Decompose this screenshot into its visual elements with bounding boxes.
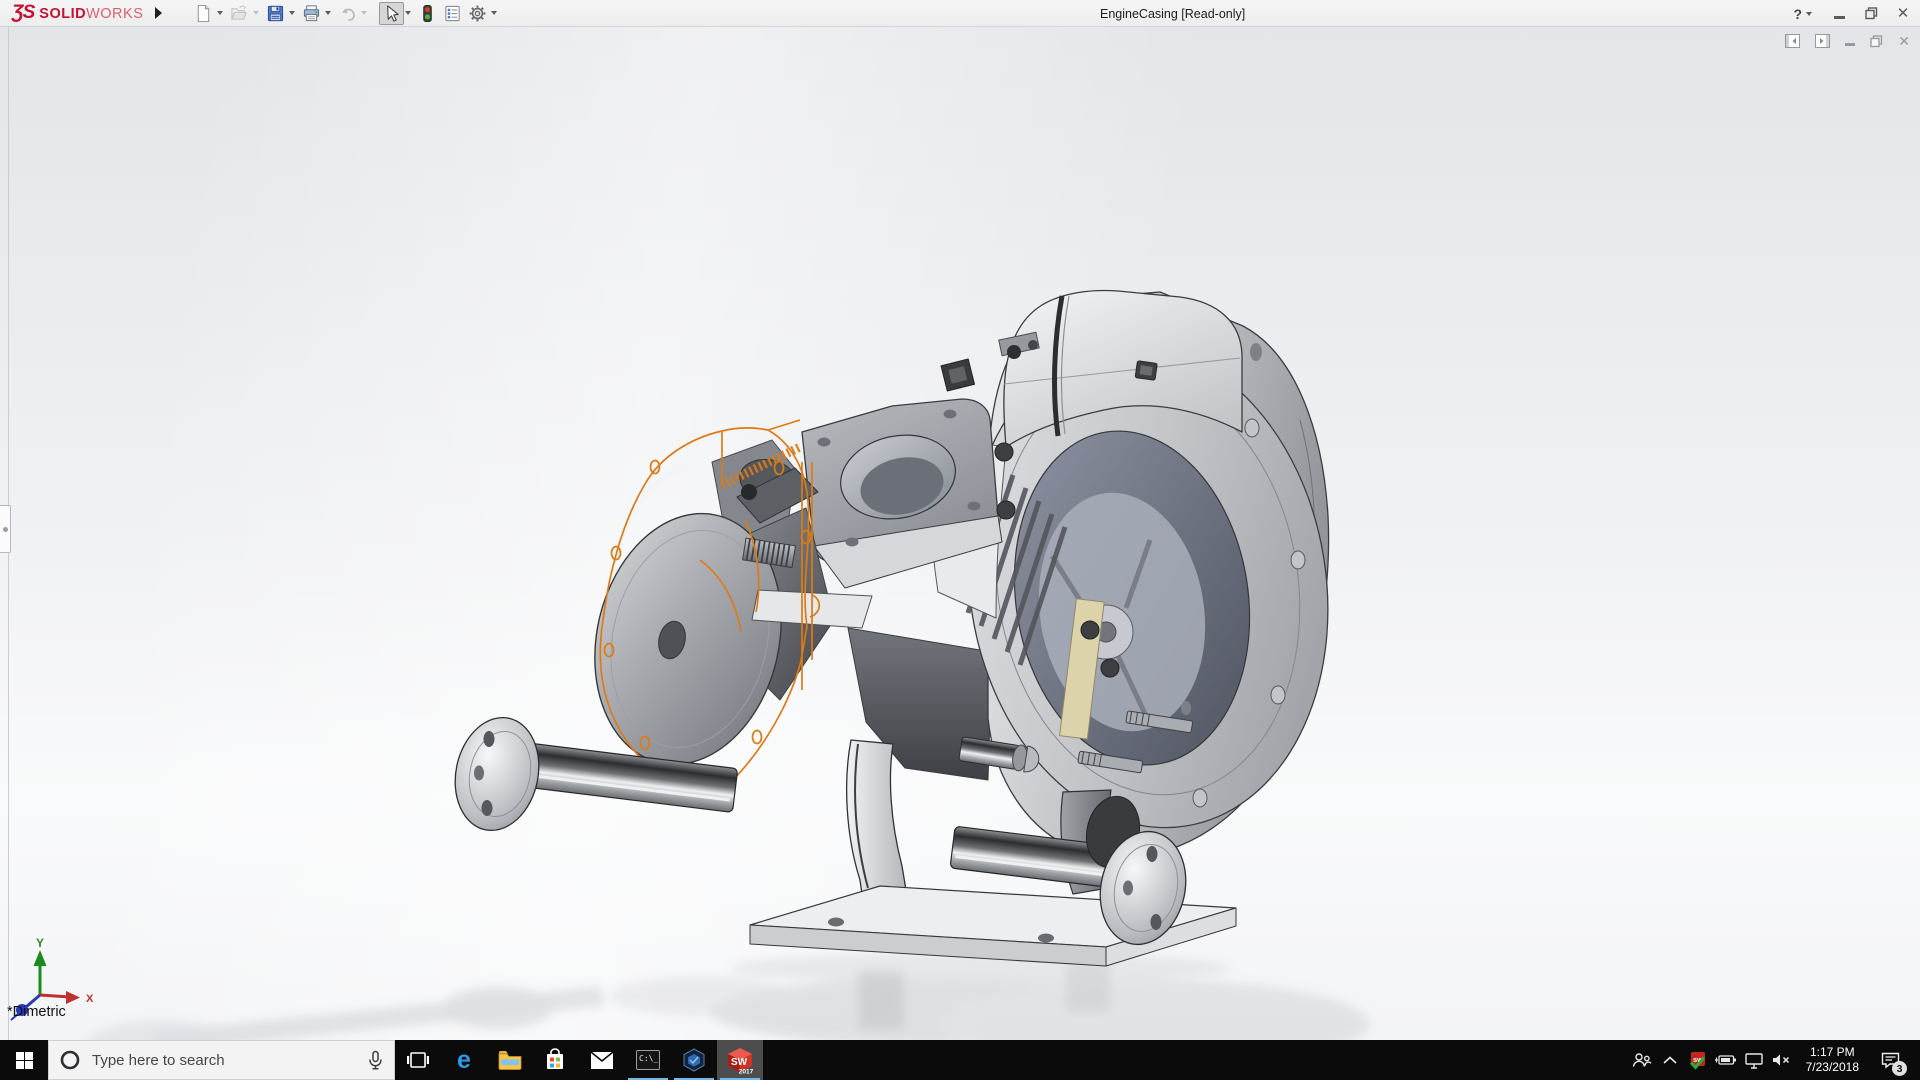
rebuild-traffic-light-button[interactable] [415, 2, 440, 25]
microphone-icon[interactable] [367, 1050, 384, 1071]
clock-date: 7/23/2018 [1806, 1060, 1859, 1075]
chevron-up-tray-icon[interactable] [1658, 1040, 1682, 1080]
new-document-dropdown-caret[interactable] [217, 11, 223, 15]
doc-close-icon: ✕ [1898, 34, 1910, 48]
standard-toolbar [191, 2, 501, 25]
svg-text:2017: 2017 [739, 1068, 754, 1075]
taskbar-clock[interactable]: 1:17 PM 7/23/2018 [1798, 1045, 1867, 1075]
taskbar-search-input[interactable]: Type here to search [48, 1040, 395, 1080]
start-button[interactable] [0, 1040, 48, 1080]
ds-logo-mark: ƷS [12, 2, 34, 24]
floor-reflection [85, 952, 1370, 1040]
view-orientation-label: *Dimetric [7, 1004, 66, 1020]
open-document-dropdown-caret [253, 11, 259, 15]
taskbar-app-solidworks-2017[interactable]: SW2017 [717, 1040, 763, 1080]
people-tray-icon[interactable] [1630, 1040, 1654, 1080]
taskbar-app-edge[interactable]: e [441, 1040, 487, 1080]
help-button[interactable]: ? [1793, 3, 1816, 25]
doc-minimize-icon [1845, 43, 1855, 46]
taskbar-app-file-explorer[interactable] [487, 1040, 533, 1080]
print-dropdown-caret[interactable] [325, 11, 331, 15]
battery-tray-icon[interactable] [1714, 1040, 1738, 1080]
engine-casing-model[interactable]: Y X [0, 27, 1920, 1040]
notification-badge: 3 [1892, 1061, 1907, 1076]
volume-muted-tray-icon[interactable] [1770, 1040, 1794, 1080]
select-dropdown-caret[interactable] [405, 11, 411, 15]
windows-logo-icon [16, 1052, 33, 1069]
document-title: EngineCasing [Read-only] [1100, 7, 1245, 21]
options-gear-dropdown-caret[interactable] [491, 11, 497, 15]
windows-taskbar: Type here to search e C:\_ SW2017 sw 1:17 … [0, 1040, 1920, 1080]
close-icon: ✕ [1897, 6, 1910, 21]
taskbar-app-task-view[interactable] [395, 1040, 441, 1080]
svg-text:SW: SW [731, 1057, 748, 1068]
undo-dropdown-caret [361, 11, 367, 15]
network-tray-icon[interactable] [1742, 1040, 1766, 1080]
save-button[interactable] [263, 2, 288, 25]
solidworks-resource-monitor-tray-icon[interactable]: sw [1686, 1040, 1710, 1080]
taskbar-app-command-prompt[interactable]: C:\_ [625, 1040, 671, 1080]
system-tray: sw 1:17 PM 7/23/2018 3 [1630, 1040, 1920, 1080]
collapse-pane-right-button[interactable] [1815, 34, 1830, 48]
doc-restore-button[interactable] [1870, 35, 1883, 48]
clock-time: 1:17 PM [1806, 1045, 1859, 1060]
solidworks-logo: ƷS SOLID WORKS [0, 2, 143, 24]
svg-text:Y: Y [36, 936, 44, 950]
svg-text:X: X [86, 993, 94, 1005]
collapse-pane-left-button[interactable] [1785, 34, 1800, 48]
doc-restore-icon [1870, 35, 1883, 48]
brand-solid: SOLID [39, 6, 86, 22]
titlebar: ƷS SOLID WORKS EngineCasing [Read-only] … [0, 0, 1920, 27]
menu-flyout-arrow-icon[interactable] [153, 6, 163, 20]
doc-minimize-button[interactable] [1845, 36, 1855, 46]
print-button[interactable] [299, 2, 324, 25]
engine-casing-geometry [445, 291, 1362, 966]
cortana-icon [59, 1049, 81, 1071]
taskbar-app-mail[interactable] [579, 1040, 625, 1080]
taskbar-app-microsoft-store[interactable] [533, 1040, 579, 1080]
restore-icon [1865, 7, 1878, 20]
options-gear-button[interactable] [465, 2, 490, 25]
undo-button [335, 2, 360, 25]
help-dropdown-caret[interactable] [1806, 12, 1812, 16]
save-dropdown-caret[interactable] [289, 11, 295, 15]
window-controls: ? ✕ [1793, 0, 1912, 27]
svg-text:C:\_: C:\_ [639, 1054, 658, 1063]
taskbar-app-hexagon-app[interactable] [671, 1040, 717, 1080]
minimize-button[interactable] [1830, 3, 1848, 25]
close-button[interactable]: ✕ [1894, 3, 1912, 25]
minimize-icon [1834, 16, 1845, 19]
restore-button[interactable] [1862, 3, 1880, 25]
new-document-button[interactable] [191, 2, 216, 25]
graphics-viewport[interactable]: ✕ [0, 27, 1920, 1040]
action-center-button[interactable]: 3 [1871, 1040, 1909, 1080]
select-button[interactable] [379, 2, 404, 25]
open-document-button [227, 2, 252, 25]
taskbar-apps: e C:\_ SW2017 [395, 1040, 763, 1080]
search-placeholder: Type here to search [92, 1052, 225, 1069]
doc-close-button[interactable]: ✕ [1898, 34, 1910, 48]
brand-works: WORKS [86, 6, 143, 22]
file-properties-button[interactable] [440, 2, 465, 25]
svg-text:e: e [457, 1047, 471, 1073]
document-window-controls: ✕ [1785, 34, 1910, 48]
